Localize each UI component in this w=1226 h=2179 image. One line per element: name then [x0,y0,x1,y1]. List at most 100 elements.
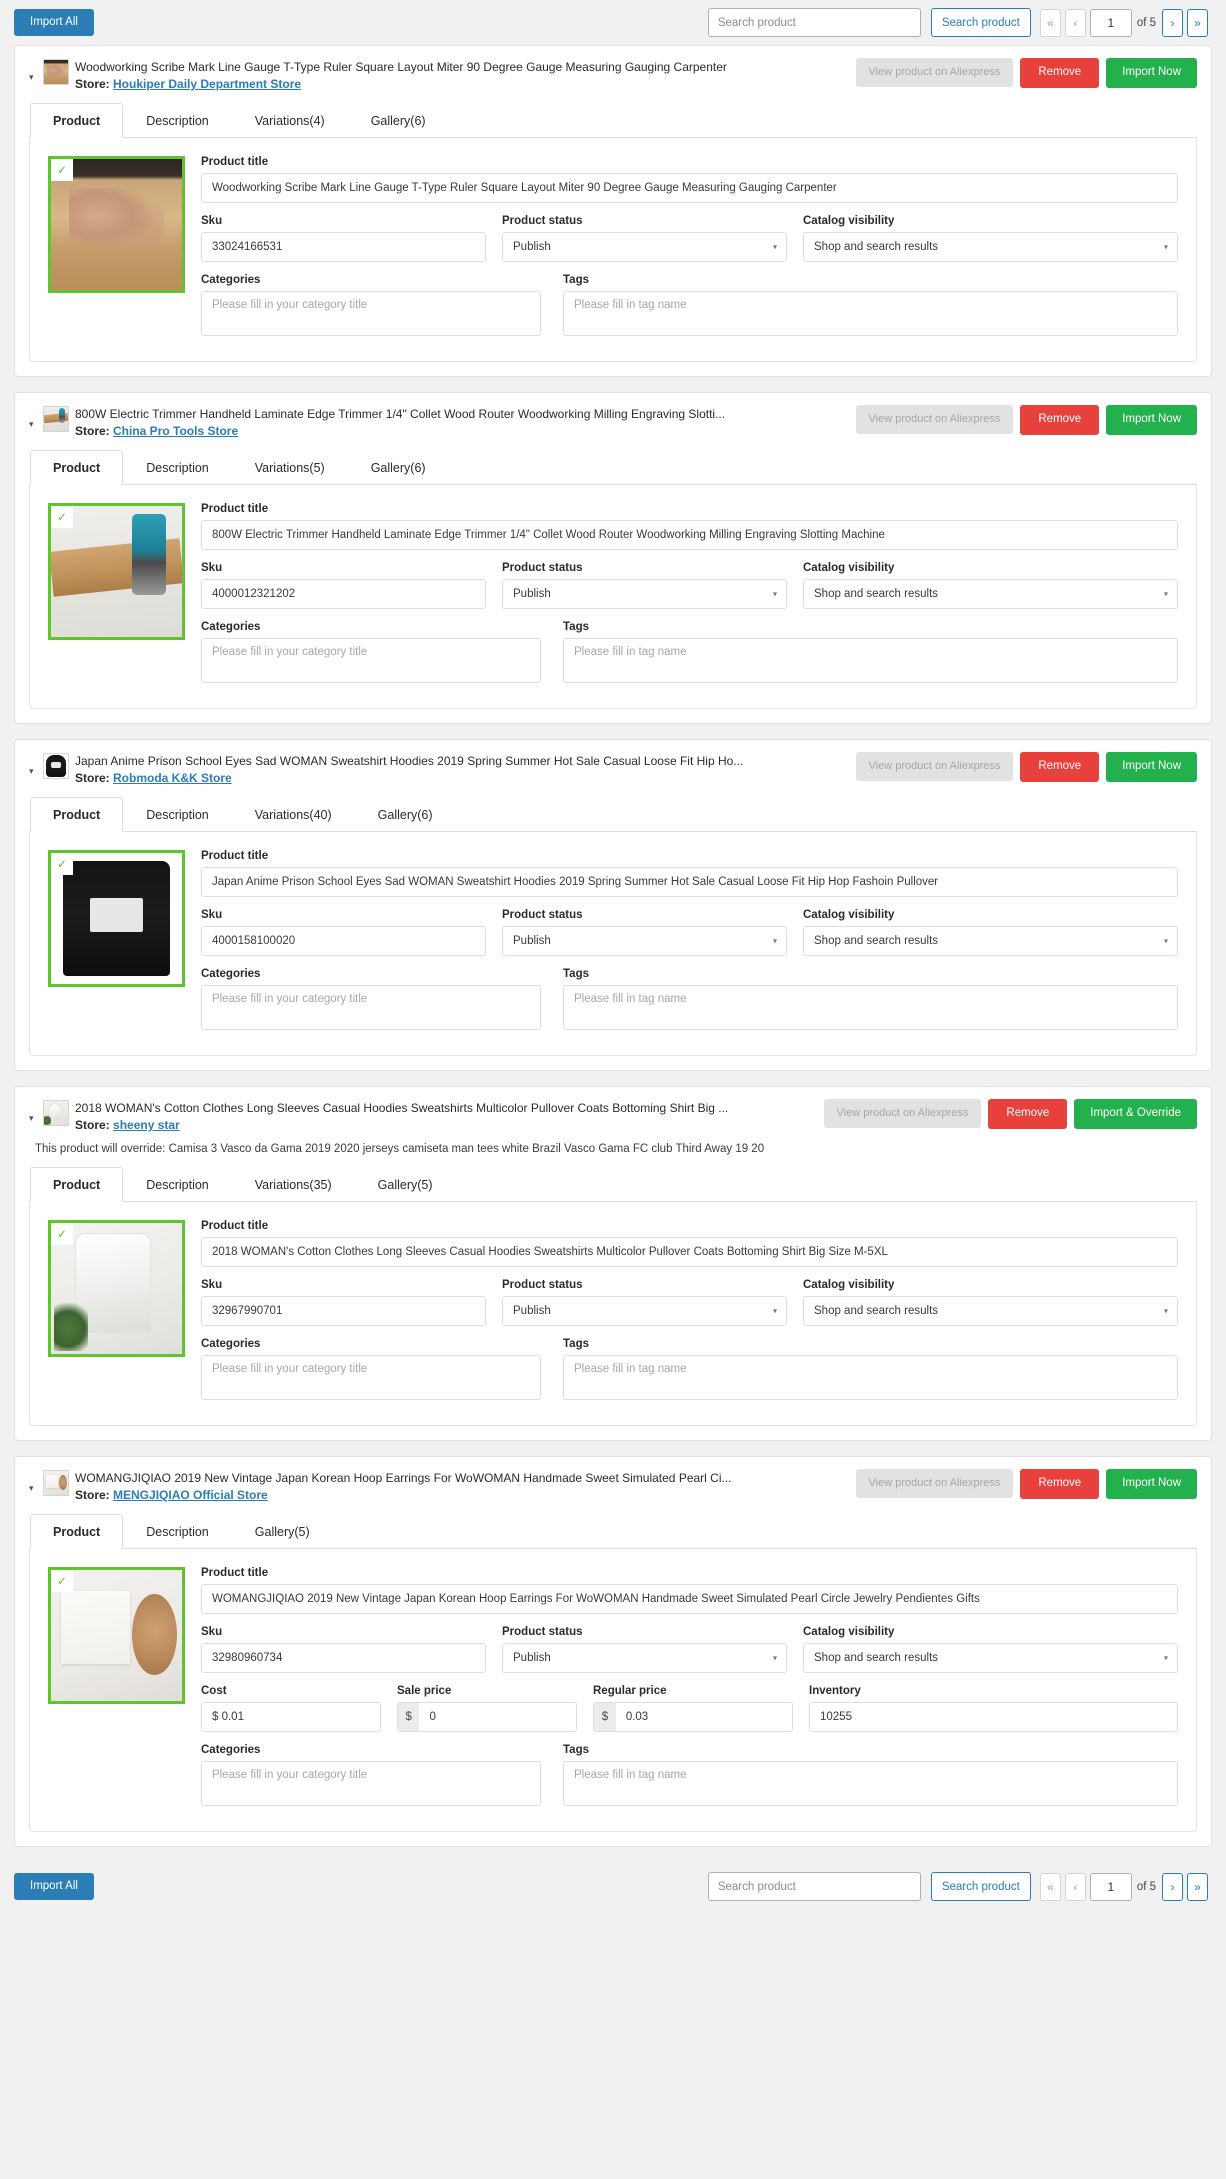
collapse-toggle-icon[interactable]: ▾ [29,1469,43,1497]
catalog-visibility-select[interactable]: Shop and search results ▾ [803,1643,1178,1673]
product-title-input[interactable] [201,1237,1178,1267]
sku-input[interactable] [201,926,486,956]
next-page-button-top[interactable]: › [1162,8,1183,37]
tab-description[interactable]: Description [123,1514,232,1549]
import-now-button[interactable]: Import Now [1106,752,1197,782]
tab-description[interactable]: Description [123,797,232,832]
regular-price-input[interactable] [615,1702,793,1732]
product-title-input[interactable] [201,520,1178,550]
categories-input[interactable] [201,638,541,683]
collapse-toggle-icon[interactable]: ▾ [29,1099,43,1127]
view-on-aliexpress-button[interactable]: View product on Aliexpress [823,1099,982,1128]
store-link[interactable]: MENGJIQIAO Official Store [113,1488,268,1502]
search-input-top[interactable] [707,8,921,37]
categories-input[interactable] [201,1761,541,1806]
catalog-visibility-select[interactable]: Shop and search results ▾ [803,1296,1178,1326]
product-image[interactable]: ✓ [48,156,185,293]
cost-input[interactable] [201,1702,381,1732]
page-number-input-top[interactable] [1089,8,1132,37]
collapse-toggle-icon[interactable]: ▾ [29,58,43,86]
page-number-input-bottom[interactable] [1089,1872,1132,1901]
prev-page-button-bottom[interactable]: ‹ [1064,1872,1086,1901]
tab-product[interactable]: Product [30,103,124,138]
remove-button[interactable]: Remove [1020,405,1100,435]
tab-variations-5[interactable]: Variations(5) [232,450,348,485]
inventory-input[interactable] [809,1702,1178,1732]
tab-variations-40[interactable]: Variations(40) [232,797,355,832]
product-title-input[interactable] [201,867,1178,897]
image-selected-checkbox-icon[interactable]: ✓ [51,506,73,528]
categories-input[interactable] [201,1355,541,1400]
tab-gallery-5[interactable]: Gallery(5) [232,1514,333,1549]
product-image[interactable]: ✓ [48,850,185,987]
image-selected-checkbox-icon[interactable]: ✓ [51,1570,73,1592]
import-now-button[interactable]: Import Now [1106,58,1197,88]
product-status-select[interactable]: Publish ▾ [502,1296,787,1326]
search-input-bottom[interactable] [707,1872,921,1901]
store-link[interactable]: sheeny star [113,1118,180,1132]
sku-input[interactable] [201,579,486,609]
remove-button[interactable]: Remove [988,1099,1068,1129]
remove-button[interactable]: Remove [1020,752,1100,782]
image-selected-checkbox-icon[interactable]: ✓ [51,853,73,875]
tab-gallery-6[interactable]: Gallery(6) [348,103,449,138]
collapse-toggle-icon[interactable]: ▾ [29,405,43,433]
tab-description[interactable]: Description [123,1167,232,1202]
tab-product[interactable]: Product [30,1514,124,1549]
tags-input[interactable] [563,1761,1178,1806]
view-on-aliexpress-button[interactable]: View product on Aliexpress [855,58,1014,87]
product-status-select[interactable]: Publish ▾ [502,579,787,609]
product-title-input[interactable] [201,173,1178,203]
tab-gallery-6[interactable]: Gallery(6) [348,450,449,485]
collapse-toggle-icon[interactable]: ▾ [29,752,43,780]
first-page-button-top[interactable]: « [1039,8,1061,37]
import-all-button-top[interactable]: Import All [14,8,94,37]
product-status-select[interactable]: Publish ▾ [502,926,787,956]
product-image[interactable]: ✓ [48,1220,185,1357]
categories-input[interactable] [201,291,541,336]
tab-gallery-6[interactable]: Gallery(6) [355,797,456,832]
import-now-button[interactable]: Import & Override [1074,1099,1197,1129]
search-button-bottom[interactable]: Search product [930,1872,1031,1901]
tab-product[interactable]: Product [30,797,124,832]
import-now-button[interactable]: Import Now [1106,405,1197,435]
tags-input[interactable] [563,985,1178,1030]
remove-button[interactable]: Remove [1020,58,1100,88]
tab-product[interactable]: Product [30,1167,124,1202]
next-page-button-bottom[interactable]: › [1162,1872,1183,1901]
sku-input[interactable] [201,1643,486,1673]
tab-description[interactable]: Description [123,450,232,485]
sku-input[interactable] [201,232,486,262]
first-page-button-bottom[interactable]: « [1039,1872,1061,1901]
prev-page-button-top[interactable]: ‹ [1064,8,1086,37]
search-button-top[interactable]: Search product [930,8,1031,37]
tags-input[interactable] [563,1355,1178,1400]
categories-input[interactable] [201,985,541,1030]
product-image[interactable]: ✓ [48,1567,185,1704]
sale-price-input[interactable] [419,1702,577,1732]
tags-input[interactable] [563,638,1178,683]
tags-input[interactable] [563,291,1178,336]
sku-input[interactable] [201,1296,486,1326]
store-link[interactable]: China Pro Tools Store [113,424,238,438]
catalog-visibility-select[interactable]: Shop and search results ▾ [803,926,1178,956]
tab-variations-4[interactable]: Variations(4) [232,103,348,138]
product-status-select[interactable]: Publish ▾ [502,1643,787,1673]
view-on-aliexpress-button[interactable]: View product on Aliexpress [855,752,1014,781]
view-on-aliexpress-button[interactable]: View product on Aliexpress [855,1469,1014,1498]
remove-button[interactable]: Remove [1020,1469,1100,1499]
store-link[interactable]: Houkiper Daily Department Store [113,77,301,91]
store-link[interactable]: Robmoda K&K Store [113,771,232,785]
last-page-button-bottom[interactable]: » [1187,1872,1208,1901]
tab-gallery-5[interactable]: Gallery(5) [355,1167,456,1202]
tab-description[interactable]: Description [123,103,232,138]
import-all-button-bottom[interactable]: Import All [14,1872,94,1901]
product-image[interactable]: ✓ [48,503,185,640]
catalog-visibility-select[interactable]: Shop and search results ▾ [803,579,1178,609]
catalog-visibility-select[interactable]: Shop and search results ▾ [803,232,1178,262]
view-on-aliexpress-button[interactable]: View product on Aliexpress [855,405,1014,434]
image-selected-checkbox-icon[interactable]: ✓ [51,1223,73,1245]
tab-product[interactable]: Product [30,450,124,485]
last-page-button-top[interactable]: » [1187,8,1208,37]
tab-variations-35[interactable]: Variations(35) [232,1167,355,1202]
